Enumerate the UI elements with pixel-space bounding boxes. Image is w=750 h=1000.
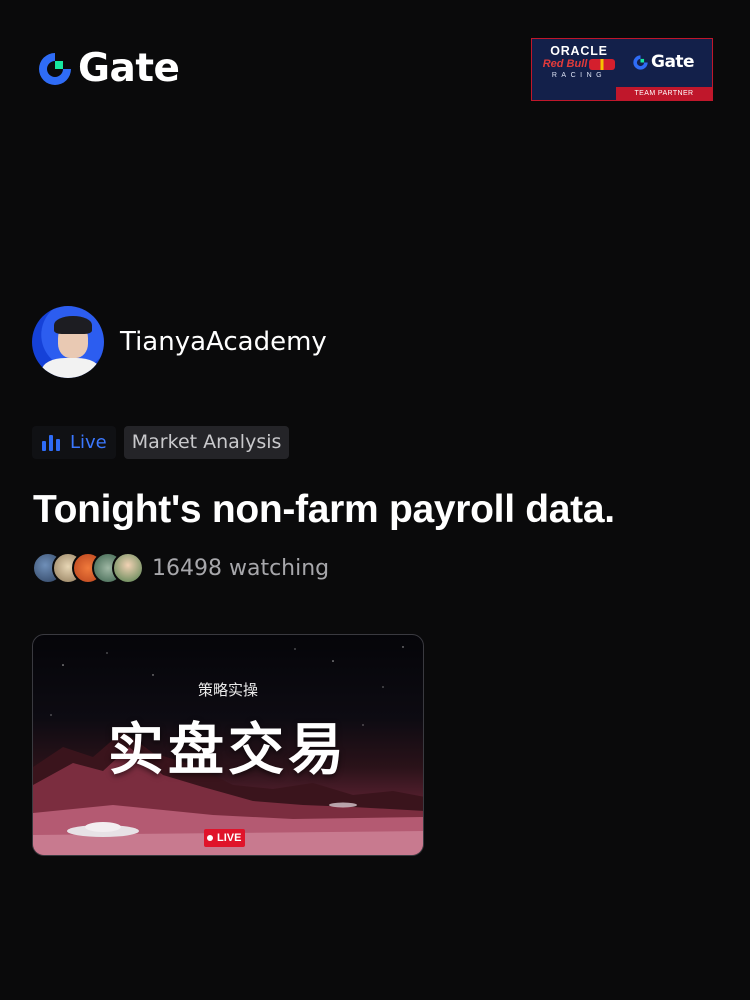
watching-count: 16498 watching [152, 555, 330, 581]
live-badge: Live [32, 426, 116, 459]
category-badge[interactable]: Market Analysis [123, 426, 290, 459]
host-profile[interactable]: TianyaAcademy [32, 306, 327, 378]
viewer-avatars [32, 552, 144, 584]
team-partner-banner[interactable]: ORACLE Red Bull RACING Gate TEAM PARTNER [531, 38, 713, 101]
gate-logo-icon [39, 53, 71, 85]
live-tag-label: LIVE [217, 832, 242, 844]
host-name[interactable]: TianyaAcademy [120, 327, 327, 357]
partner-gate-wordmark: Gate [651, 52, 695, 72]
live-dot-icon [207, 835, 213, 841]
racing-wordmark: RACING [551, 72, 607, 79]
thumbnail-subtitle: 策略实操 [197, 681, 258, 699]
viewer-avatar [112, 552, 144, 584]
viewer-count: 16498 watching [32, 552, 329, 584]
bar-chart-icon [42, 434, 60, 451]
gate-logo[interactable]: Gate [36, 46, 180, 91]
gate-logo-icon [633, 54, 648, 70]
partner-gate-logo: Gate [632, 52, 695, 72]
stream-title: Tonight's non-farm payroll data. [33, 488, 615, 531]
thumbnail-headline: 实盘交易 [108, 718, 348, 783]
brand-name: Gate [78, 46, 180, 91]
redbull-wordmark: Red Bull [542, 58, 588, 70]
oracle-wordmark: ORACLE [550, 44, 608, 58]
live-badge-label: Live [70, 432, 107, 453]
stream-thumbnail[interactable]: 策略实操 实盘交易 LIVE [32, 634, 424, 856]
bull-icon [589, 58, 616, 70]
team-partner-label: TEAM PARTNER [616, 87, 712, 100]
live-tag: LIVE [204, 829, 246, 847]
stream-badges: Live Market Analysis [32, 426, 290, 459]
avatar[interactable] [32, 306, 104, 378]
oracle-redbull-logo: ORACLE Red Bull RACING [540, 44, 618, 82]
